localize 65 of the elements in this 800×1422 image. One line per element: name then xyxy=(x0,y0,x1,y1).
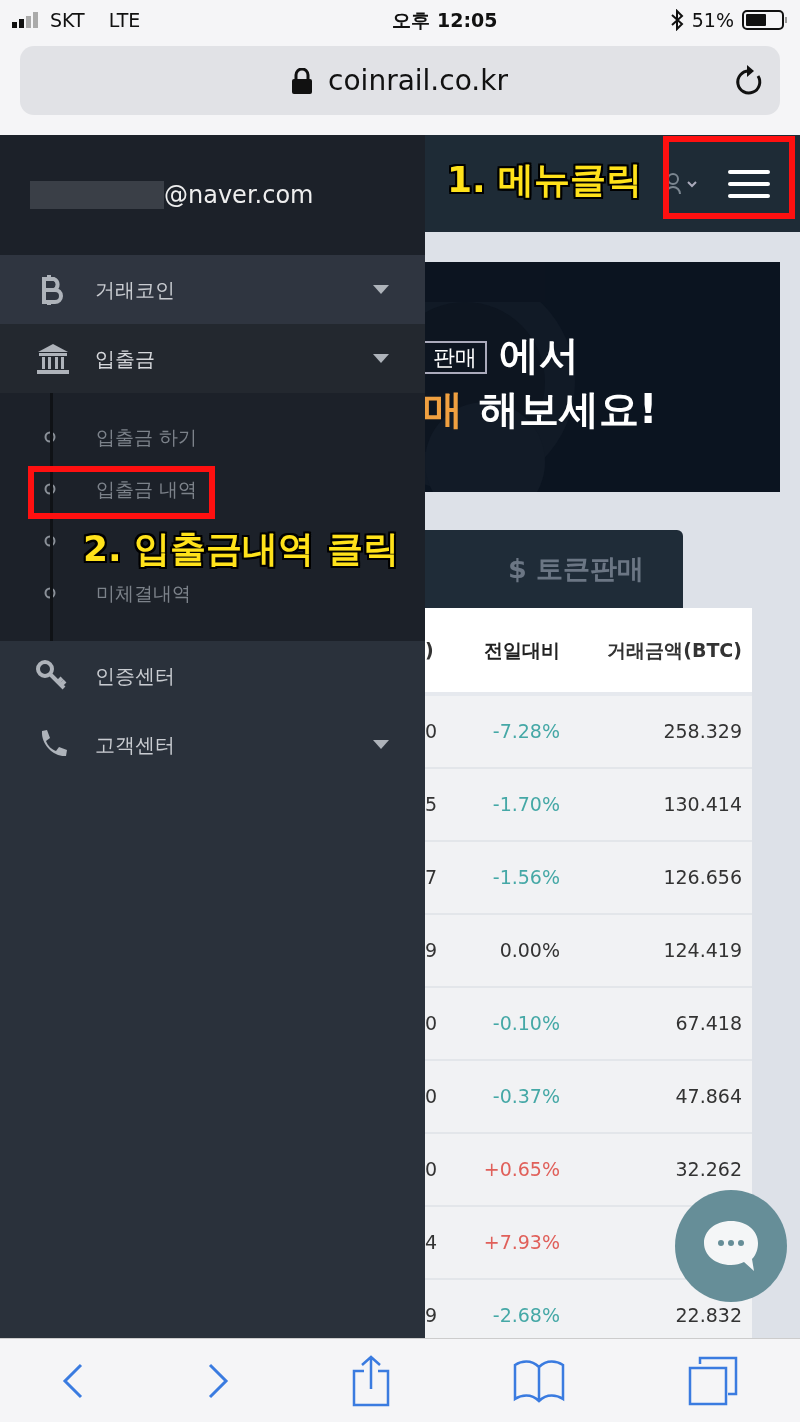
annotation-text: 1. 메뉴클릭 xyxy=(447,162,643,198)
menu-item[interactable]: 고객센터 xyxy=(0,710,425,779)
annotation-text: 2. 입출금내역 클릭 xyxy=(83,531,399,567)
tabs-icon[interactable] xyxy=(688,1355,739,1406)
table-cell: 9 xyxy=(425,939,437,962)
table-cell: 47.864 xyxy=(675,1085,742,1108)
forward-icon[interactable] xyxy=(206,1362,229,1399)
bullet-icon xyxy=(44,483,56,495)
table-cell: 5 xyxy=(425,793,437,816)
table-cell: 32.262 xyxy=(675,1158,742,1181)
table-cell: 0.00% xyxy=(499,939,560,962)
table-cell: -1.56% xyxy=(492,866,560,889)
table-cell: +7.93% xyxy=(483,1231,560,1254)
table-cell: -0.10% xyxy=(492,1012,560,1035)
network-type: LTE xyxy=(108,7,141,33)
table-cell: 124.419 xyxy=(663,939,742,962)
table-cell: +0.65% xyxy=(483,1158,560,1181)
table-cell: -7.28% xyxy=(492,720,560,743)
table-cell: -2.68% xyxy=(492,1304,560,1327)
menu-item[interactable]: 거래코인 xyxy=(0,255,425,324)
column-header[interactable]: ) xyxy=(425,638,434,661)
bluetooth-icon xyxy=(669,9,684,31)
battery-icon xyxy=(742,10,788,30)
table-cell: 0 xyxy=(425,1085,437,1108)
reload-icon[interactable] xyxy=(734,64,764,96)
bank-icon xyxy=(36,341,70,376)
battery-percent: 51% xyxy=(691,7,734,33)
banner-heading: 해보세요! xyxy=(479,386,658,432)
table-cell: -1.70% xyxy=(492,793,560,816)
table-cell: -0.37% xyxy=(492,1085,560,1108)
banner-label: 판매 xyxy=(425,341,487,375)
table-cell: 4 xyxy=(425,1231,437,1254)
promo-banner[interactable]: 판매 에서 매 해보세요! xyxy=(425,262,780,492)
table-cell: 0 xyxy=(425,720,437,743)
user-email: @naver.com xyxy=(164,180,314,211)
menu-item[interactable]: 인증센터 xyxy=(0,641,425,710)
column-header[interactable]: 전일대비 xyxy=(484,638,560,661)
table-cell: 22.832 xyxy=(675,1304,742,1327)
submenu-item[interactable]: 입출금 내역 xyxy=(96,474,198,504)
table-cell: 9 xyxy=(425,1304,437,1327)
table-cell: 130.414 xyxy=(663,793,742,816)
bullet-icon xyxy=(44,587,56,599)
lock-icon xyxy=(292,67,313,94)
share-icon[interactable] xyxy=(351,1354,390,1407)
carrier-name: SKT xyxy=(50,7,85,33)
menu-item[interactable]: 입출금 xyxy=(0,324,425,393)
banner-highlight: 매 xyxy=(425,386,463,432)
back-icon[interactable] xyxy=(61,1362,84,1399)
column-header[interactable]: 거래금액(BTC) xyxy=(607,638,742,661)
clock: 오후 12:05 xyxy=(392,7,498,33)
banner-heading: 에서 xyxy=(499,332,579,378)
submenu-item[interactable]: 입출금 하기 xyxy=(96,422,198,452)
table-cell: 0 xyxy=(425,1012,437,1035)
chat-icon xyxy=(702,1219,760,1273)
submenu-item[interactable]: 미체결내역 xyxy=(96,578,191,608)
table-cell: 7 xyxy=(425,866,437,889)
table-cell: 126.656 xyxy=(663,866,742,889)
menu-icon[interactable] xyxy=(728,168,770,199)
bookmarks-icon[interactable] xyxy=(513,1358,566,1403)
url-text[interactable]: coinrail.co.kr xyxy=(328,59,508,102)
table-cell: 258.329 xyxy=(663,720,742,743)
table-cell: 0 xyxy=(425,1158,437,1181)
table-cell: 67.418 xyxy=(675,1012,742,1035)
bullet-icon xyxy=(44,431,56,443)
bullet-icon xyxy=(44,535,56,547)
